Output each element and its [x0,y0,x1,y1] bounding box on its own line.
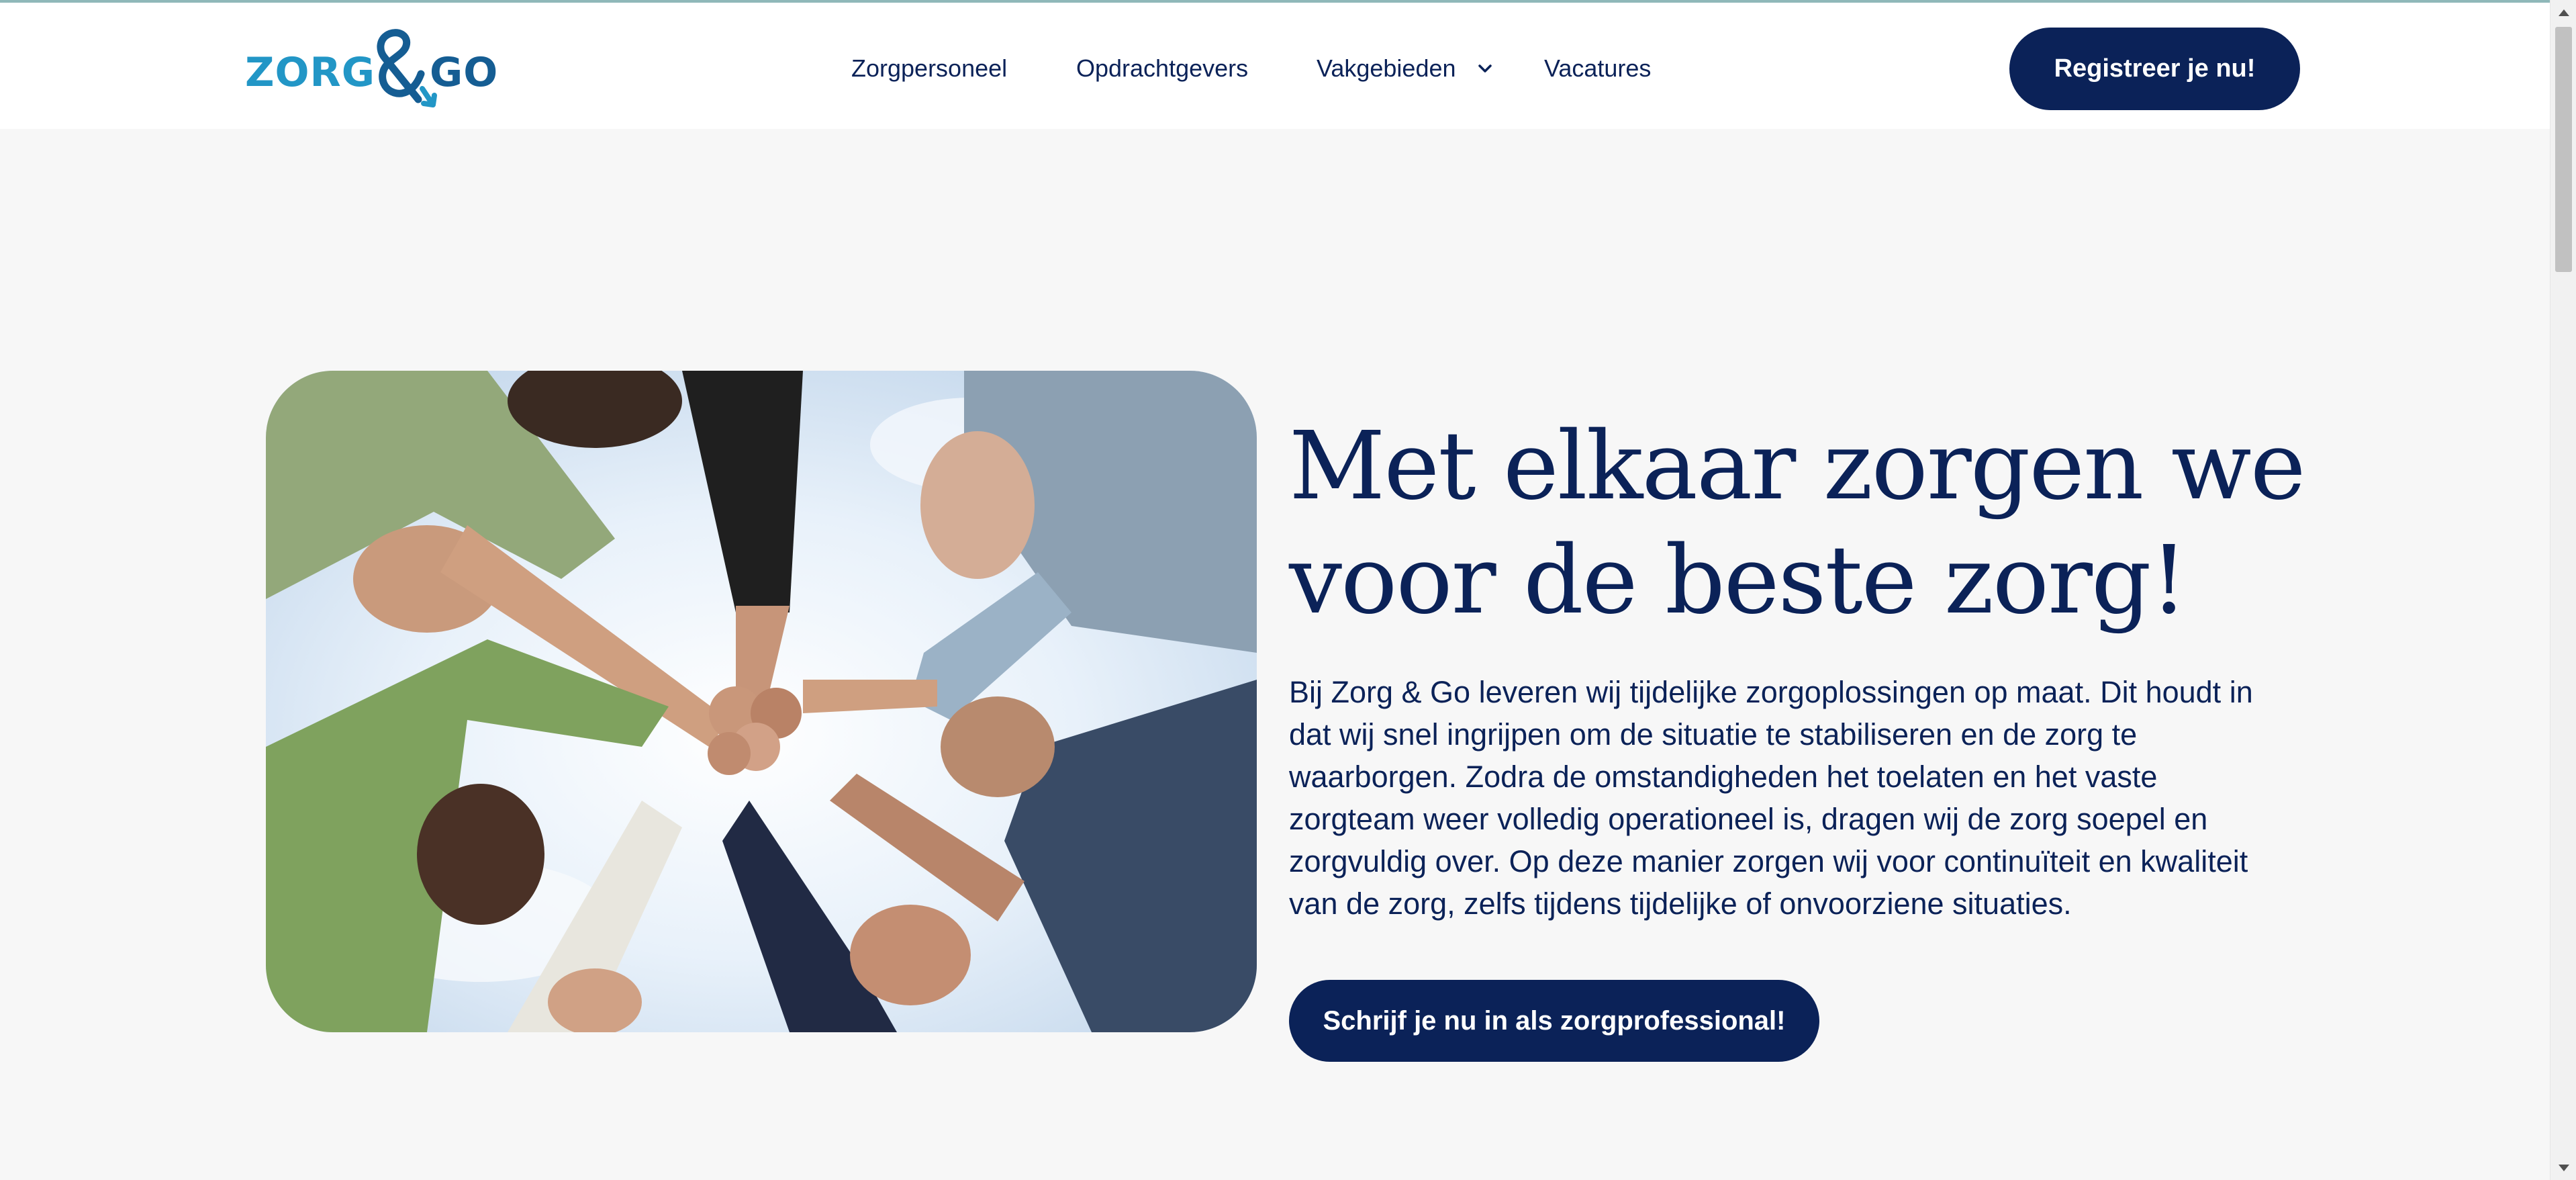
scrollbar-thumb[interactable] [2555,27,2572,272]
scroll-down-arrow-icon[interactable] [2559,1165,2569,1171]
register-button[interactable]: Registreer je nu! [2009,28,2300,110]
hero-photo [266,371,1257,1032]
nav-item-label: Zorgpersoneel [851,54,1008,82]
hero-headline: Met elkaar zorgen we voor de beste zorg! [1289,410,2363,638]
nav-item-label: Vakgebieden [1317,54,1456,82]
nav-item-label: Vacatures [1544,54,1652,82]
ampersand-logo-icon [377,29,437,107]
logo-text-go: GO [430,49,499,96]
page: ZORG GO Zorgpersoneel Opdrachtgevers Vak… [0,0,2576,1180]
hero-body-text: Bij Zorg & Go leveren wij tijdelijke zor… [1289,675,2253,921]
signup-professional-button[interactable]: Schrijf je nu in als zorgprofessional! [1289,980,1819,1062]
nav-item-opdrachtgevers[interactable]: Opdrachtgevers [1076,43,1248,94]
site-header: ZORG GO Zorgpersoneel Opdrachtgevers Vak… [0,3,2550,129]
nav-item-zorgpersoneel[interactable]: Zorgpersoneel [851,43,1007,94]
scroll-up-arrow-icon[interactable] [2559,9,2569,16]
vertical-scrollbar[interactable] [2550,0,2576,1180]
nav-item-vacatures[interactable]: Vacatures [1544,43,1651,94]
nav-item-vakgebieden[interactable]: Vakgebieden [1317,43,1494,94]
logo[interactable]: ZORG GO [245,29,500,110]
chevron-down-icon[interactable] [1476,60,1494,77]
logo-text-zorg: ZORG [245,49,375,96]
hero-headline-line-2: voor de beste zorg! [1289,526,2188,635]
hero-headline-line-1: Met elkaar zorgen we [1289,412,2306,521]
nav-item-label: Opdrachtgevers [1076,54,1249,82]
hero-image [266,371,1257,1032]
